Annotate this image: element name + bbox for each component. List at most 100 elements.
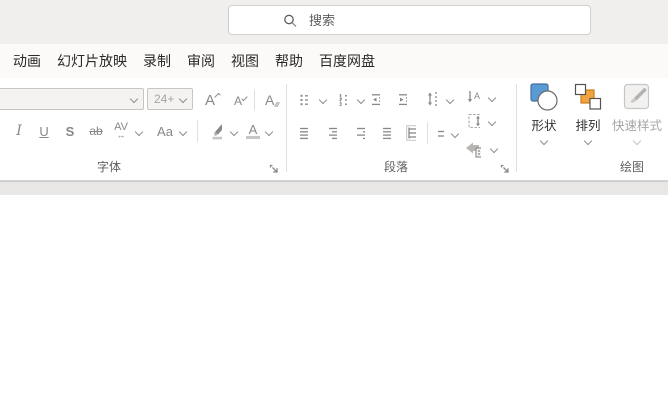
line-spacing-icon: [428, 92, 437, 106]
columns-icon: [438, 130, 444, 137]
quick-styles-label: 快速样式: [611, 119, 662, 133]
tab-animations[interactable]: 动画: [13, 51, 41, 71]
justify-icon: [383, 127, 391, 139]
bullet-list-icon: [300, 94, 308, 106]
svg-text:A: A: [474, 91, 480, 101]
chevron-down-icon[interactable]: [487, 93, 497, 103]
underline-letter: U: [39, 123, 49, 139]
arrange-button[interactable]: 排列: [565, 82, 611, 154]
chevron-down-icon[interactable]: [318, 95, 328, 105]
increase-indent-button[interactable]: [393, 91, 413, 109]
numbered-list-icon: [339, 94, 347, 107]
numbering-button[interactable]: [333, 91, 353, 109]
paragraph-group-label: 段落: [384, 160, 409, 174]
arrange-label: 排列: [575, 119, 601, 133]
text-direction-icon: A: [468, 91, 480, 103]
align-center-icon: [329, 127, 337, 139]
strikethrough-button[interactable]: ab: [85, 120, 107, 142]
search-input[interactable]: [307, 11, 590, 29]
chevron-down-icon[interactable]: [487, 117, 497, 127]
strikethrough-letters: ab: [89, 124, 103, 138]
shapes-icon: [530, 83, 558, 111]
align-text-button[interactable]: [462, 112, 486, 130]
tab-help[interactable]: 帮助: [275, 51, 303, 71]
chevron-down-icon[interactable]: [229, 127, 239, 137]
justify-button[interactable]: [377, 125, 397, 141]
font-color-button[interactable]: A: [243, 119, 263, 143]
align-right-button[interactable]: [351, 125, 371, 141]
change-case-letters: Aa: [157, 123, 173, 139]
search-box[interactable]: [228, 5, 591, 35]
drawing-group-label: 绘图: [620, 160, 645, 174]
search-icon: [284, 14, 297, 27]
slide-canvas[interactable]: [0, 195, 668, 415]
font-dialog-launcher[interactable]: [269, 162, 279, 177]
tab-baidu-netdisk[interactable]: 百度网盘: [319, 51, 375, 71]
distributed-align-icon: [406, 125, 416, 141]
chevron-down-icon: [583, 136, 593, 146]
align-left-button[interactable]: [294, 125, 314, 141]
tab-record[interactable]: 录制: [143, 51, 171, 71]
tab-review[interactable]: 审阅: [187, 51, 215, 71]
italic-letter: I: [16, 123, 22, 139]
highlighter-pen-icon: [212, 124, 222, 140]
character-spacing-icon: AV ↔: [114, 121, 128, 140]
quick-styles-button[interactable]: 快速样式: [608, 82, 666, 154]
text-direction-button[interactable]: A: [460, 89, 486, 107]
chevron-up-icon: [214, 92, 221, 100]
font-name-combobox[interactable]: [0, 88, 144, 110]
ribbon: 24+ A A A I U S ab AV ↔ Aa A 字体 A 段落 形状 …: [0, 78, 668, 181]
underline-button[interactable]: U: [35, 120, 53, 142]
tab-view[interactable]: 视图: [231, 51, 259, 71]
font-size-combobox[interactable]: 24+: [147, 88, 193, 110]
chevron-down-icon: [632, 136, 642, 146]
chevron-down-icon[interactable]: [178, 127, 188, 137]
line-spacing-button[interactable]: [421, 89, 443, 109]
quick-styles-icon: [623, 83, 650, 110]
ribbon-tab-row: 动画 幻灯片放映 录制 审阅 视图 帮助 百度网盘: [0, 44, 668, 78]
chevron-down-icon[interactable]: [356, 95, 366, 105]
slide-area-margin: [0, 181, 668, 195]
shapes-button[interactable]: 形状: [521, 82, 567, 154]
eraser-icon: [274, 101, 281, 107]
align-text-icon: [468, 113, 480, 129]
shadow-letter: S: [65, 123, 75, 139]
shrink-font-button[interactable]: A: [228, 90, 252, 112]
distributed-align-button[interactable]: [400, 123, 422, 143]
shapes-label: 形状: [531, 119, 557, 133]
dialog-launcher-icon: [500, 164, 509, 173]
smartart-icon: [466, 142, 481, 158]
highlight-color-button[interactable]: [204, 118, 228, 144]
chevron-down-icon[interactable]: [264, 127, 274, 137]
grow-font-button[interactable]: A: [199, 88, 225, 112]
text-shadow-button[interactable]: S: [61, 120, 79, 142]
character-spacing-button[interactable]: AV ↔: [110, 118, 132, 144]
chevron-down-icon: [129, 94, 139, 104]
increase-indent-icon: [399, 94, 407, 106]
decrease-indent-icon: [372, 94, 380, 106]
convert-to-smartart-button[interactable]: [459, 140, 487, 158]
align-center-button[interactable]: [323, 125, 343, 141]
decrease-indent-button[interactable]: [366, 91, 386, 109]
align-left-icon: [300, 127, 308, 139]
columns-button[interactable]: [432, 127, 450, 141]
grow-font-letter: A: [205, 91, 216, 109]
chevron-down-icon[interactable]: [450, 129, 460, 139]
chevron-down-icon: [539, 136, 549, 146]
chevron-down-icon[interactable]: [445, 95, 455, 105]
italic-button[interactable]: I: [10, 120, 28, 142]
chevron-down-icon: [178, 94, 188, 104]
clear-format-letter: A: [265, 92, 275, 108]
bullets-button[interactable]: [294, 91, 314, 109]
change-case-button[interactable]: Aa: [153, 120, 177, 142]
font-color-icon: A: [246, 123, 260, 139]
chevron-down-icon[interactable]: [489, 144, 499, 154]
dialog-launcher-icon: [269, 164, 278, 173]
chevron-down-icon[interactable]: [134, 127, 144, 137]
clear-formatting-button[interactable]: A: [259, 88, 285, 112]
paragraph-dialog-launcher[interactable]: [500, 162, 510, 177]
presentation-app-window: 动画 幻灯片放映 录制 审阅 视图 帮助 百度网盘 24+ A A A: [0, 0, 668, 415]
align-right-icon: [357, 127, 365, 139]
title-bar: [0, 0, 668, 44]
tab-slideshow[interactable]: 幻灯片放映: [57, 51, 127, 71]
